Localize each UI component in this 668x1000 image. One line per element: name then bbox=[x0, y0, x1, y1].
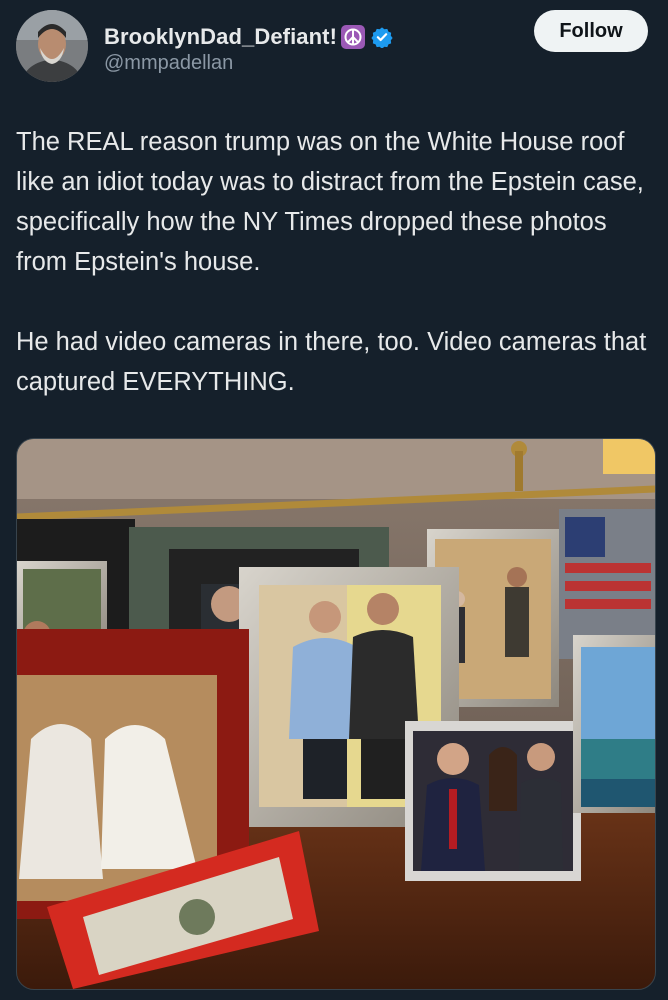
post-paragraph-1: The REAL reason trump was on the White H… bbox=[16, 128, 644, 276]
peace-symbol-icon bbox=[341, 25, 366, 49]
avatar[interactable] bbox=[16, 10, 88, 82]
post-text: The REAL reason trump was on the White H… bbox=[16, 122, 656, 402]
post-header: BrooklynDad_Defiant! @mmpadellan Follow bbox=[16, 10, 648, 84]
author-name-row: BrooklynDad_Defiant! bbox=[104, 24, 393, 50]
photo-of-framed-pictures-icon bbox=[17, 439, 655, 989]
author-handle[interactable]: @mmpadellan bbox=[104, 52, 233, 75]
post-photo[interactable] bbox=[16, 438, 656, 990]
verified-badge-icon[interactable] bbox=[371, 26, 393, 49]
post-paragraph-2: He had video cameras in there, too. Vide… bbox=[16, 328, 647, 396]
author-display-name[interactable]: BrooklynDad_Defiant! bbox=[104, 24, 337, 50]
follow-button[interactable]: Follow bbox=[534, 10, 648, 52]
